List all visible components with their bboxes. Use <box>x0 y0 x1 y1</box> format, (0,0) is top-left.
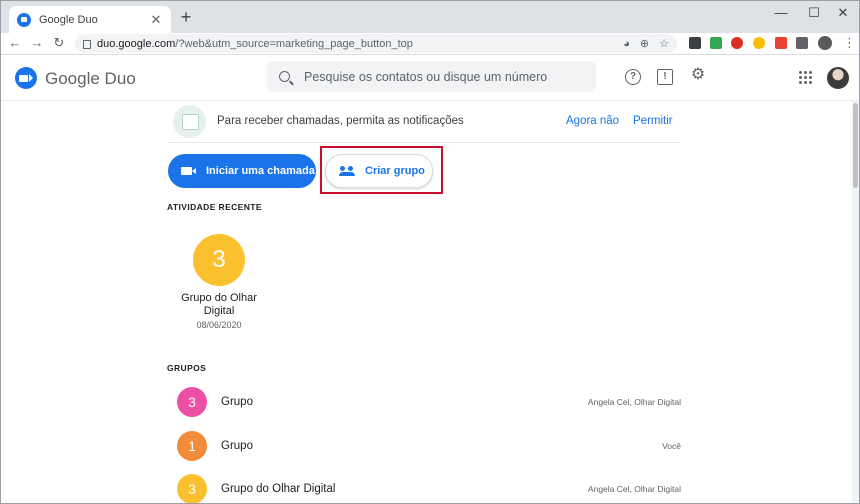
tab-google-duo[interactable]: Google Duo ✕ <box>9 6 171 33</box>
browser-profile-avatar[interactable] <box>818 36 832 50</box>
close-window-icon[interactable]: ✕ <box>833 5 853 21</box>
url-path: /?web&utm_source=marketing_page_button_t… <box>175 37 413 50</box>
tab-strip: Google Duo ✕ + — ☐ ✕ <box>1 1 859 33</box>
start-call-label: Iniciar uma chamada <box>206 165 315 177</box>
extension-yellow-icon[interactable] <box>753 37 765 49</box>
create-group-label: Criar grupo <box>365 165 425 177</box>
video-camera-icon <box>181 167 196 175</box>
create-group-button[interactable]: Criar grupo <box>325 154 433 188</box>
feedback-icon[interactable]: ! <box>657 69 673 85</box>
back-arrow-icon[interactable]: ← <box>7 35 23 51</box>
minimize-icon[interactable]: — <box>771 5 791 20</box>
help-icon[interactable]: ? <box>625 69 641 85</box>
close-tab-icon[interactable]: ✕ <box>149 12 163 28</box>
groups-heading: GRUPOS <box>167 363 207 373</box>
group-row[interactable]: 3 Grupo Angela Cel, Olhar Digital <box>167 380 681 424</box>
google-apps-icon[interactable] <box>799 71 812 84</box>
allow-notifications-link[interactable]: Permitir <box>633 115 673 127</box>
recent-item-name: Grupo do Olhar Digital <box>181 292 257 317</box>
recent-item-date: 08/06/2020 <box>196 320 242 330</box>
not-now-link[interactable]: Agora não <box>566 115 619 127</box>
search-input[interactable]: Pesquise os contatos ou disque um número <box>267 61 596 92</box>
scrollbar-thumb[interactable] <box>853 103 858 188</box>
cookie-icon[interactable]: ◕ <box>623 38 630 50</box>
recent-activity-heading: ATIVIDADE RECENTE <box>167 202 262 212</box>
recent-item[interactable]: 3 Grupo do Olhar Digital 08/06/2020 <box>167 234 271 330</box>
group-name: Grupo <box>221 396 253 408</box>
browser-toolbar: ← → ↻ duo.google.com/?web&utm_source=mar… <box>1 33 859 55</box>
tab-title: Google Duo <box>39 13 98 26</box>
extension-pip-icon[interactable] <box>689 37 701 49</box>
notification-text: Para receber chamadas, permita as notifi… <box>217 115 464 127</box>
group-row[interactable]: 1 Grupo Você <box>167 424 681 468</box>
group-name: Grupo <box>221 440 253 452</box>
duo-favicon-icon <box>17 12 31 27</box>
browser-window: Google Duo ✕ + — ☐ ✕ ← → ↻ duo.google.co… <box>0 0 860 504</box>
group-row[interactable]: 3 Grupo do Olhar Digital Angela Cel, Olh… <box>167 467 681 503</box>
group-members: Angela Cel, Olhar Digital <box>587 397 681 407</box>
duo-logo-icon[interactable] <box>15 67 37 89</box>
extension-red-icon[interactable] <box>731 37 743 49</box>
settings-gear-icon[interactable]: ⚙ <box>690 67 706 83</box>
lock-icon <box>83 40 91 49</box>
group-members: Você <box>662 441 681 451</box>
extension-green-icon[interactable] <box>710 37 722 49</box>
notification-banner: Para receber chamadas, permita as notifi… <box>167 101 680 143</box>
brand-name: Google Duo <box>45 69 136 88</box>
search-icon <box>279 71 290 82</box>
maximize-icon[interactable]: ☐ <box>804 5 824 21</box>
group-people-icon <box>339 166 355 176</box>
search-placeholder: Pesquise os contatos ou disque um número <box>304 69 548 84</box>
install-app-icon[interactable]: ⊕ <box>640 37 649 50</box>
start-call-button[interactable]: Iniciar uma chamada <box>168 154 316 188</box>
group-avatar: 3 <box>177 474 207 503</box>
browser-menu-icon[interactable]: ⋮ <box>843 35 856 51</box>
address-bar[interactable]: duo.google.com/?web&utm_source=marketing… <box>75 34 677 53</box>
extensions-puzzle-icon[interactable] <box>796 37 808 49</box>
app-header: Google Duo Pesquise os contatos ou disqu… <box>1 55 859 101</box>
group-avatar: 1 <box>177 431 207 461</box>
forward-arrow-icon[interactable]: → <box>29 35 45 51</box>
group-avatar: 3 <box>177 387 207 417</box>
url-host: duo.google.com <box>97 37 176 50</box>
notification-illustration-icon <box>173 105 206 138</box>
reload-icon[interactable]: ↻ <box>51 35 67 51</box>
group-name: Grupo do Olhar Digital <box>221 483 336 495</box>
new-tab-button[interactable]: + <box>177 8 195 26</box>
group-members: Angela Cel, Olhar Digital <box>587 484 681 494</box>
account-avatar[interactable] <box>827 67 849 89</box>
url-text: duo.google.com/?web&utm_source=marketing… <box>97 38 613 50</box>
bookmark-star-icon[interactable]: ☆ <box>659 37 669 50</box>
recent-group-avatar: 3 <box>193 234 245 286</box>
extension-megaphone-icon[interactable] <box>775 37 787 49</box>
